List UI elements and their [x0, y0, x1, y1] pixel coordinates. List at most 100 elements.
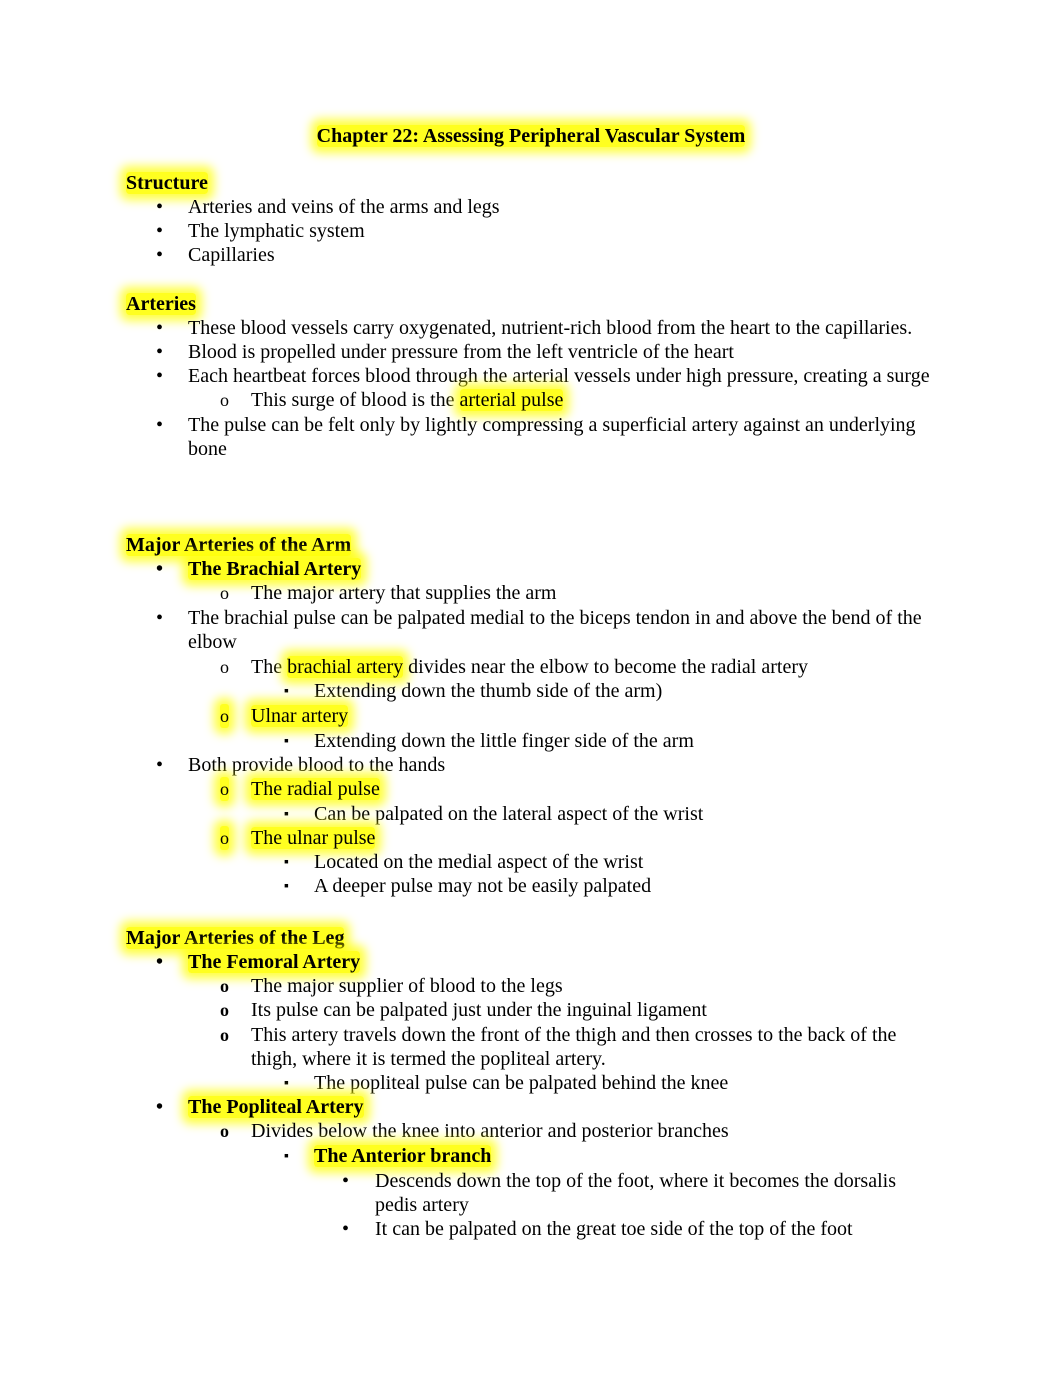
item-text: These blood vessels carry oxygenated, nu…: [188, 317, 913, 339]
circle-bullet-icon: o: [220, 826, 229, 850]
list-item: o Its pulse can be palpated just under th…: [126, 998, 936, 1022]
square-bullet-icon: ▪: [284, 879, 289, 894]
list-item: • It can be palpated on the great toe sid…: [126, 1217, 936, 1241]
list-item: o Ulnar artery: [126, 704, 936, 728]
highlighted-term: Ulnar artery: [251, 705, 349, 727]
list-item: ▪ The Anterior branch: [126, 1144, 936, 1168]
bullet-icon: •: [156, 754, 164, 776]
list-item: • Blood is propelled under pressure from …: [126, 340, 936, 364]
bullet-icon: •: [156, 317, 164, 339]
section-leg: Major Arteries of the Leg • The Femoral A…: [126, 926, 936, 1241]
list-item: o The major supplier of blood to the legs: [126, 974, 936, 998]
bullet-icon: •: [156, 244, 164, 266]
list-item: ▪ The popliteal pulse can be palpated beh…: [126, 1071, 936, 1095]
list-item: o This artery travels down the front of t…: [126, 1023, 936, 1071]
bullet-icon: •: [156, 220, 164, 242]
item-text: Capillaries: [188, 244, 275, 266]
circle-bullet-icon: o: [220, 976, 229, 996]
circle-bullet-icon: o: [220, 777, 229, 801]
item-text: The major supplier of blood to the legs: [251, 975, 563, 997]
circle-bullet-icon: o: [220, 1025, 229, 1045]
circle-bullet-icon: o: [220, 390, 229, 410]
list-item: • The Popliteal Artery: [126, 1095, 936, 1119]
list-item: ▪ Extending down the little finger side o…: [126, 729, 936, 753]
item-text: The lymphatic system: [188, 220, 365, 242]
item-text: Divides below the knee into anterior and…: [251, 1120, 729, 1142]
heading-text: Structure: [126, 172, 208, 194]
item-text: The popliteal pulse can be palpated behi…: [314, 1072, 729, 1094]
item-text: Descends down the top of the foot, where…: [375, 1170, 896, 1216]
heading-text: Major Arteries of the Leg: [126, 927, 345, 949]
square-bullet-icon: ▪: [284, 1076, 289, 1091]
highlighted-term: arterial pulse: [459, 389, 564, 411]
section-heading: Structure: [126, 171, 936, 195]
item-text: Both provide blood to the hands: [188, 754, 446, 776]
heading-text: Major Arteries of the Arm: [126, 534, 352, 556]
subheading-text: The Popliteal Artery: [188, 1096, 364, 1118]
heading-text: Arteries: [126, 293, 196, 315]
list-item: ▪ Can be palpated on the lateral aspect o…: [126, 802, 936, 826]
subheading-text: The Brachial Artery: [188, 558, 362, 580]
bullet-icon: •: [156, 1096, 164, 1118]
item-text: It can be palpated on the great toe side…: [375, 1218, 853, 1240]
square-bullet-icon: ▪: [284, 1149, 289, 1164]
item-text: Extending down the little finger side of…: [314, 730, 694, 752]
subheading-text: The Femoral Artery: [188, 951, 361, 973]
list-item: • Both provide blood to the hands: [126, 753, 936, 777]
item-text: The brachial pulse can be palpated media…: [188, 607, 922, 653]
list-item: • Each heartbeat forces blood through the…: [126, 364, 936, 388]
list-item: • The pulse can be felt only by lightly c…: [126, 413, 936, 461]
circle-bullet-icon: o: [220, 704, 229, 728]
item-text: This artery travels down the front of th…: [251, 1024, 897, 1070]
bullet-icon: •: [156, 607, 164, 629]
list-item: • Arteries and veins of the arms and legs: [126, 195, 936, 219]
item-text: This surge of blood is the: [251, 389, 460, 411]
circle-bullet-icon: o: [220, 1000, 229, 1020]
item-text: Blood is propelled under pressure from t…: [188, 341, 734, 363]
section-arteries: Arteries • These blood vessels carry oxyg…: [126, 292, 936, 461]
page-title: Chapter 22: Assessing Peripheral Vascula…: [0, 124, 1062, 148]
item-text: Can be palpated on the lateral aspect of…: [314, 803, 704, 825]
item-text: Each heartbeat forces blood through the …: [188, 365, 930, 387]
bullet-icon: •: [156, 365, 164, 387]
list-item: • Capillaries: [126, 243, 936, 267]
square-bullet-icon: ▪: [284, 807, 289, 822]
circle-bullet-icon: o: [220, 1121, 229, 1141]
bullet-icon: •: [156, 414, 164, 436]
item-text: The: [251, 656, 288, 678]
list-item: o The radial pulse: [126, 777, 936, 801]
section-heading: Major Arteries of the Leg: [126, 926, 936, 950]
item-text: divides near the elbow to become the rad…: [403, 656, 808, 678]
section-arm: Major Arteries of the Arm • The Brachial …: [126, 533, 936, 898]
list-item: ▪ Located on the medial aspect of the wri…: [126, 850, 936, 874]
list-item: o This surge of blood is the arterial pul…: [126, 388, 936, 412]
bullet-icon: •: [156, 951, 164, 973]
bullet-icon: •: [156, 558, 164, 580]
list-item: • The brachial pulse can be palpated medi…: [126, 606, 936, 654]
subheading-text: The Anterior branch: [314, 1145, 492, 1167]
list-item: • Descends down the top of the foot, wher…: [126, 1169, 936, 1217]
list-item: o Divides below the knee into anterior an…: [126, 1119, 936, 1143]
item-text: Located on the medial aspect of the wris…: [314, 851, 644, 873]
document-page: Chapter 22: Assessing Peripheral Vascula…: [0, 0, 1062, 1377]
list-item: • These blood vessels carry oxygenated, n…: [126, 316, 936, 340]
list-item: • The Brachial Artery: [126, 557, 936, 581]
item-text: The pulse can be felt only by lightly co…: [188, 414, 916, 460]
highlighted-term: The ulnar pulse: [251, 827, 376, 849]
square-bullet-icon: ▪: [284, 734, 289, 749]
bullet-icon: •: [342, 1170, 350, 1192]
circle-bullet-icon: o: [220, 583, 229, 603]
item-text: The major artery that supplies the arm: [251, 582, 557, 604]
highlighted-term: brachial artery: [287, 656, 404, 678]
item-text: Arteries and veins of the arms and legs: [188, 196, 500, 218]
list-item: • The lymphatic system: [126, 219, 936, 243]
item-text: A deeper pulse may not be easily palpate…: [314, 875, 652, 897]
item-text: Extending down the thumb side of the arm…: [314, 680, 663, 702]
title-text: Chapter 22: Assessing Peripheral Vascula…: [316, 125, 746, 147]
list-item: ▪ Extending down the thumb side of the ar…: [126, 679, 936, 703]
bullet-icon: •: [342, 1218, 350, 1240]
list-item: o The major artery that supplies the arm: [126, 581, 936, 605]
bullet-icon: •: [156, 341, 164, 363]
section-heading: Major Arteries of the Arm: [126, 533, 936, 557]
list-item: o The brachial artery divides near the el…: [126, 655, 936, 679]
